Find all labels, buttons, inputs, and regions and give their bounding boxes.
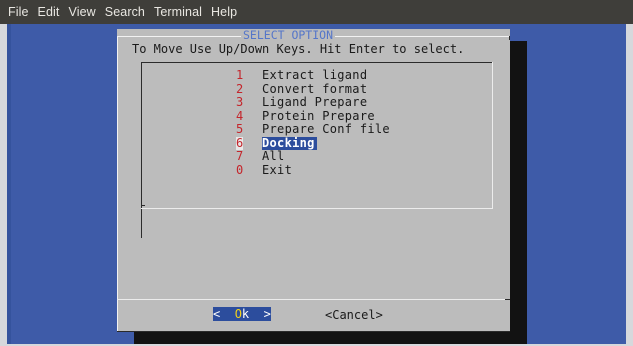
menu-box-top-border (141, 62, 493, 63)
ok-left-bracket: < (213, 307, 221, 321)
option-label: Docking (262, 135, 317, 150)
dialog-left-border (117, 36, 118, 332)
menu-box-bottom-border (141, 208, 493, 209)
option-number: 1 (236, 68, 244, 82)
menu-box-corner (141, 205, 145, 206)
menu-bar: File Edit View Search Terminal Help (0, 0, 633, 24)
option-label: Protein Prepare (262, 108, 375, 123)
menu-edit[interactable]: Edit (38, 5, 60, 19)
menu-option-convert-format[interactable]: 2 Convert format (236, 81, 390, 97)
select-option-dialog: SELECT OPTION To Move Use Up/Down Keys. … (117, 29, 510, 332)
ok-right-bracket: > (263, 307, 271, 321)
option-label: Prepare Conf file (262, 122, 390, 136)
terminal-left-edge (7, 24, 11, 344)
menu-search[interactable]: Search (105, 5, 145, 19)
option-number: 2 (236, 81, 244, 96)
menu-option-exit[interactable]: 0 Exit (236, 162, 390, 178)
dialog-corner (509, 36, 510, 40)
option-label: Exit (262, 162, 293, 177)
option-number: 7 (236, 149, 244, 163)
menu-help[interactable]: Help (211, 5, 237, 19)
ok-label-rest: k (241, 307, 250, 321)
menu-option-ligand-prepare[interactable]: 3 Ligand Prepare (236, 95, 390, 110)
menu-file[interactable]: File (8, 5, 29, 19)
option-number: 6 (236, 135, 244, 150)
menu-box-right-border (492, 62, 493, 209)
option-number: 5 (236, 122, 244, 136)
menu-view[interactable]: View (69, 5, 96, 19)
options-menu: 1 Extract ligand 2 Convert format 3 Liga… (236, 68, 390, 178)
menu-box-left-border (141, 62, 142, 238)
option-number: 0 (236, 162, 244, 177)
menu-option-extract-ligand[interactable]: 1 Extract ligand (236, 68, 390, 83)
dialog-instructions: To Move Use Up/Down Keys. Hit Enter to s… (132, 42, 465, 56)
option-label: Extract ligand (262, 68, 368, 82)
ok-button[interactable]: < Ok > (213, 307, 271, 321)
ok-hotkey: O (234, 307, 242, 321)
option-label: Ligand Prepare (262, 95, 368, 109)
button-area-separator (117, 299, 510, 300)
menu-option-prepare-conf-file[interactable]: 5 Prepare Conf file (236, 122, 390, 137)
button-area-corner (505, 299, 510, 300)
dialog-title: SELECT OPTION (241, 28, 336, 42)
menu-option-all[interactable]: 7 All (236, 149, 390, 164)
option-number: 4 (236, 108, 244, 123)
menu-option-protein-prepare[interactable]: 4 Protein Prepare (236, 108, 390, 124)
dialog-bottom-border (117, 331, 510, 332)
menu-option-docking[interactable]: 6 Docking (236, 135, 390, 150)
option-label: Convert format (262, 81, 368, 96)
option-number: 3 (236, 95, 244, 109)
option-label: All (262, 149, 285, 163)
cancel-button[interactable]: <Cancel> (325, 308, 383, 322)
menu-terminal[interactable]: Terminal (154, 5, 202, 19)
